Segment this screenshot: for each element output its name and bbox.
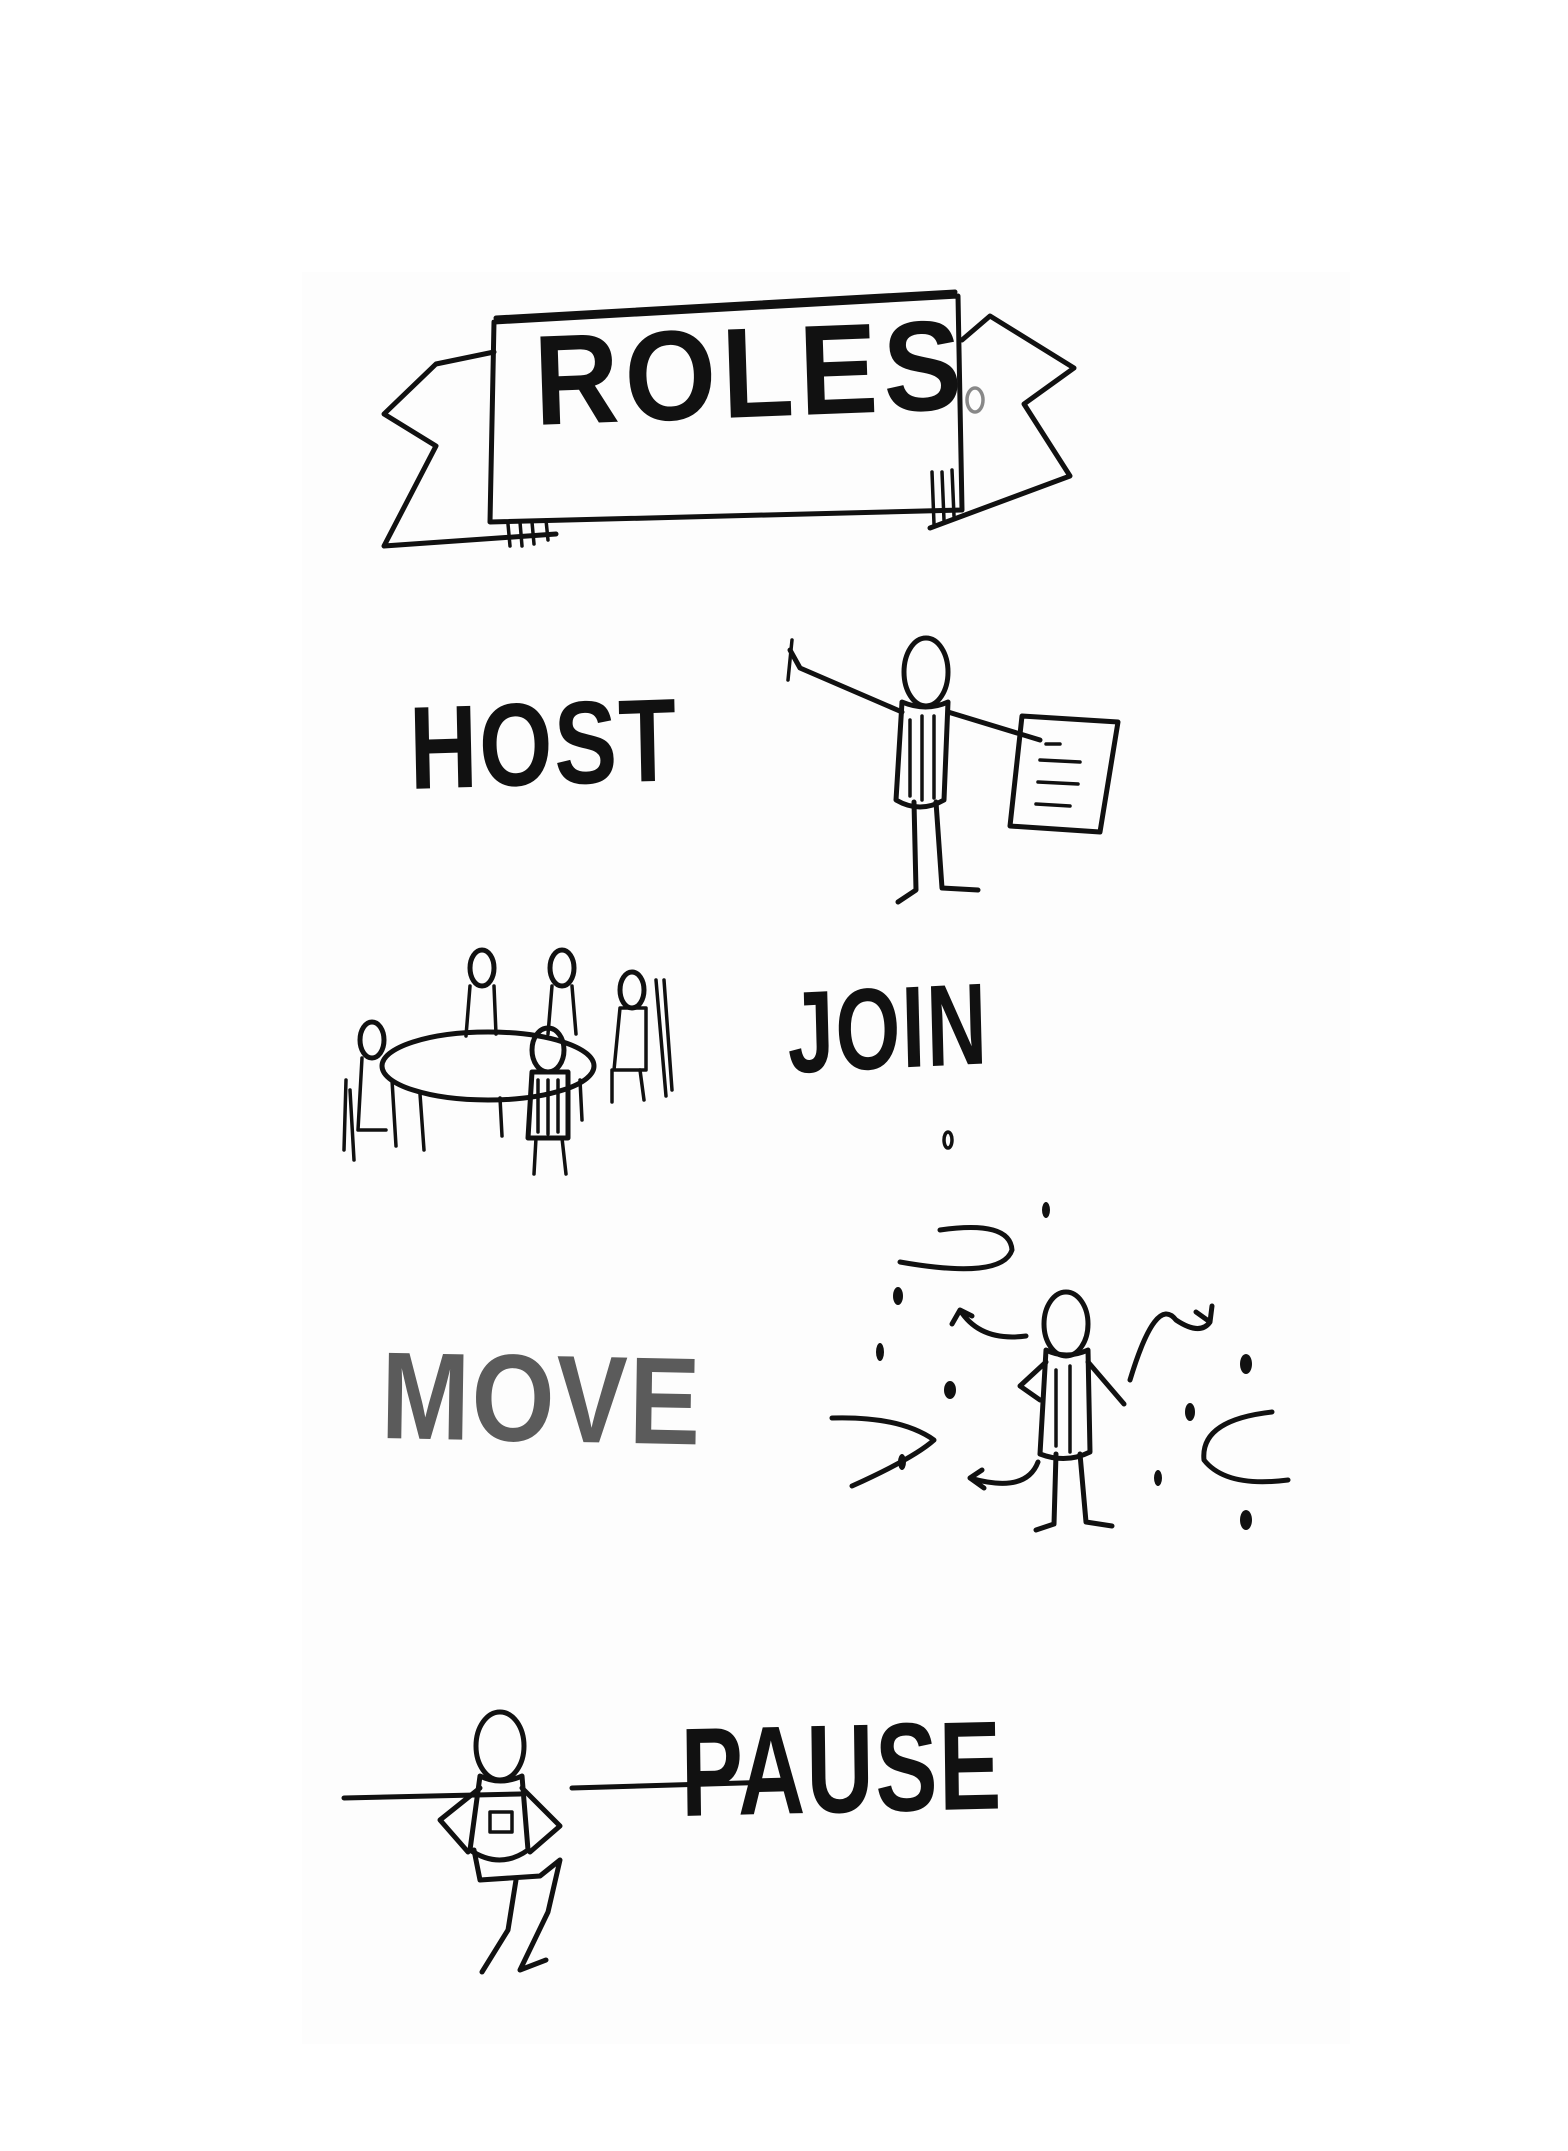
role-word-pause: PAUSE [679, 1694, 1004, 1843]
